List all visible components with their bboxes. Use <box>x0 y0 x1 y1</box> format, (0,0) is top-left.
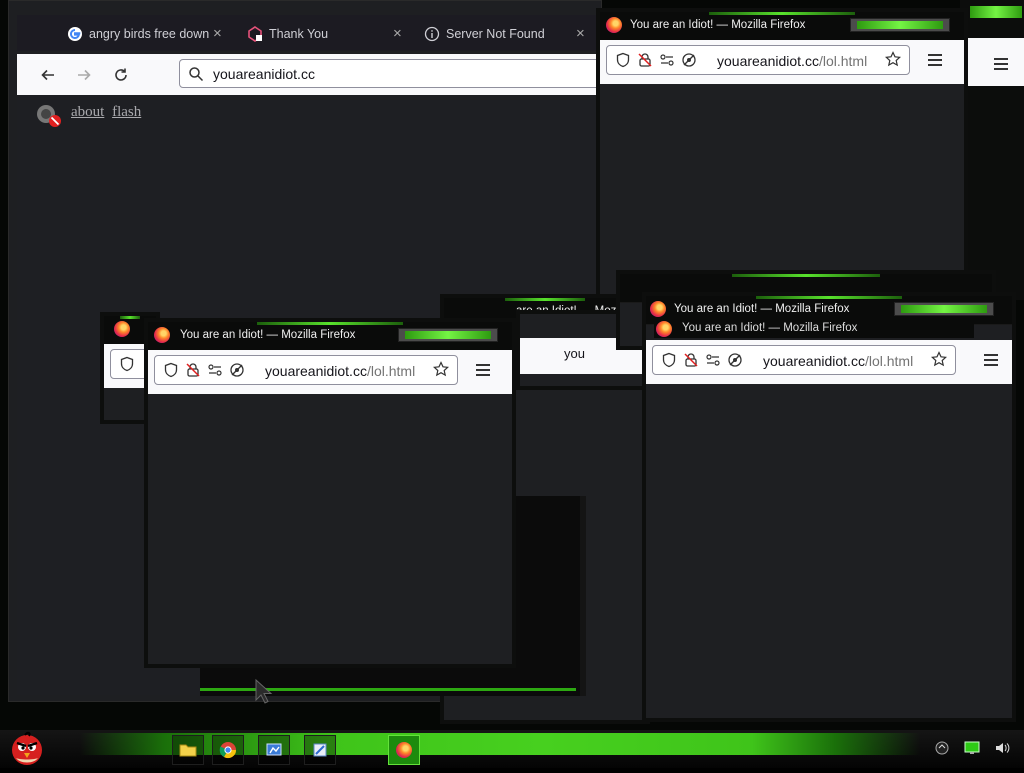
lock-crossed-icon <box>186 363 200 377</box>
window-controls[interactable] <box>850 18 950 32</box>
window-controls[interactable] <box>894 302 994 316</box>
site-info-icons <box>119 356 135 372</box>
start-button[interactable] <box>8 728 46 768</box>
window-controls[interactable] <box>970 6 1022 18</box>
popup-window: You are an Idiot! — Mozilla Firefox You … <box>642 292 1016 722</box>
search-icon <box>188 66 204 87</box>
popup-toolbar: youareanidiot.cc/lol.html <box>600 40 964 84</box>
tracking-blocked-icon <box>728 353 742 367</box>
popup-title: You are an Idiot! — Mozilla Firefox <box>630 19 806 31</box>
site-info-icons <box>163 362 245 378</box>
forward-icon[interactable] <box>73 64 95 86</box>
shield-icon <box>662 352 676 368</box>
angry-bird-icon <box>12 731 42 765</box>
tab-label: angry birds free downl <box>89 27 209 41</box>
taskbar-folder-button[interactable] <box>172 735 204 765</box>
info-icon <box>424 26 440 42</box>
reload-icon[interactable] <box>110 64 132 86</box>
taskbar-glow <box>80 733 920 755</box>
menu-icon[interactable] <box>984 354 998 369</box>
app-icon <box>313 743 327 757</box>
flash-blocked-icon <box>33 103 63 134</box>
tab-thank-you[interactable]: Thank You × <box>247 23 407 45</box>
firefox-icon <box>650 301 666 317</box>
chrome-icon <box>219 742 237 759</box>
flash-links: about flash <box>71 104 145 121</box>
tab-close-icon[interactable]: × <box>393 23 402 45</box>
site-info-icons <box>615 52 697 68</box>
popup-window: You are an Idiot! — Mozilla Firefox youa… <box>144 318 516 668</box>
control-panel-icon <box>266 743 282 756</box>
monitor-icon[interactable] <box>964 740 980 761</box>
popup-toolbar: youareanidiot.cc/lol.html <box>646 340 1012 384</box>
site-info-icons <box>661 352 743 368</box>
permissions-icon <box>706 354 720 366</box>
bookmark-star-icon[interactable] <box>884 51 902 72</box>
tab-label: Server Not Found <box>446 27 545 41</box>
popup-title: You are an Idiot! — Mozilla Firefox <box>682 322 858 334</box>
firefox-icon <box>154 327 170 343</box>
network-icon[interactable] <box>934 740 950 761</box>
volume-icon[interactable] <box>994 740 1010 761</box>
popup-title: You are an Idiot! — Mozilla Firefox <box>180 329 356 341</box>
google-icon <box>67 26 83 42</box>
popup-url-text: youareanidiot.cc/lol.html <box>265 363 416 379</box>
firefox-icon <box>656 321 672 337</box>
shield-icon <box>120 356 134 372</box>
bookmark-star-icon[interactable] <box>930 351 948 372</box>
permissions-icon <box>208 364 222 376</box>
popup-window: You are an Idiot! — Mozilla Firefox youa… <box>596 8 968 298</box>
taskbar-control-panel-button[interactable] <box>258 735 290 765</box>
back-icon[interactable] <box>37 64 59 86</box>
partial-url: you <box>564 346 585 361</box>
system-tray <box>934 740 1010 761</box>
mouse-cursor-icon <box>254 678 276 711</box>
popup-title-bar: You are an Idiot! — Mozilla Firefox <box>148 322 512 351</box>
tab-server-not-found[interactable]: Server Not Found × <box>424 23 594 45</box>
popup-title-bar: You are an Idiot! — Mozilla Firefox <box>600 12 964 41</box>
background-window-edge <box>960 0 1024 300</box>
toolbar-fragment <box>968 38 1024 86</box>
tracking-blocked-icon <box>682 53 696 67</box>
url-bar[interactable]: youareanidiot.cc <box>179 59 619 88</box>
url-text: youareanidiot.cc <box>213 66 315 82</box>
nav-toolbar: youareanidiot.cc <box>17 54 619 95</box>
tab-close-icon[interactable]: × <box>213 23 222 45</box>
popup-title: You are an Idiot! — Mozilla Firefox <box>674 303 850 315</box>
tab-label: Thank You <box>269 27 329 41</box>
tab-bar: angry birds free downl × Thank You × Ser… <box>17 15 601 51</box>
tab-close-icon[interactable]: × <box>576 23 585 45</box>
flash-link[interactable]: flash <box>112 104 141 120</box>
popup-url-bar[interactable]: youareanidiot.cc/lol.html <box>652 345 956 375</box>
warning-site-icon <box>247 26 263 42</box>
popup-url-bar[interactable]: youareanidiot.cc/lol.html <box>154 355 458 385</box>
taskbar-firefox-button[interactable] <box>388 735 420 765</box>
window-controls[interactable] <box>398 328 498 342</box>
tab-angry-birds[interactable]: angry birds free downl × <box>67 23 227 45</box>
taskbar-app-button[interactable] <box>304 735 336 765</box>
lock-crossed-icon <box>684 353 698 367</box>
popup-url-text: youareanidiot.cc/lol.html <box>763 353 914 369</box>
menu-icon[interactable] <box>476 364 490 379</box>
lock-crossed-icon <box>638 53 652 67</box>
folder-icon <box>179 744 197 757</box>
popup-url-bar[interactable]: youareanidiot.cc/lol.html <box>606 45 910 75</box>
firefox-icon <box>396 742 412 758</box>
shield-icon <box>164 362 178 378</box>
taskbar-chrome-button[interactable] <box>212 735 244 765</box>
firefox-icon <box>114 321 130 337</box>
popup-title-bar-behind: You are an Idiot! — Mozilla Firefox <box>654 320 974 338</box>
tracking-blocked-icon <box>230 363 244 377</box>
firefox-icon <box>606 17 622 33</box>
popup-url-text: youareanidiot.cc/lol.html <box>717 53 868 69</box>
bookmark-star-icon[interactable] <box>432 361 450 382</box>
menu-icon[interactable] <box>928 54 942 69</box>
popup-toolbar: youareanidiot.cc/lol.html <box>148 350 512 394</box>
shield-icon <box>616 52 630 68</box>
permissions-icon <box>660 54 674 66</box>
menu-icon[interactable] <box>994 58 1008 73</box>
about-link[interactable]: about <box>71 104 104 120</box>
